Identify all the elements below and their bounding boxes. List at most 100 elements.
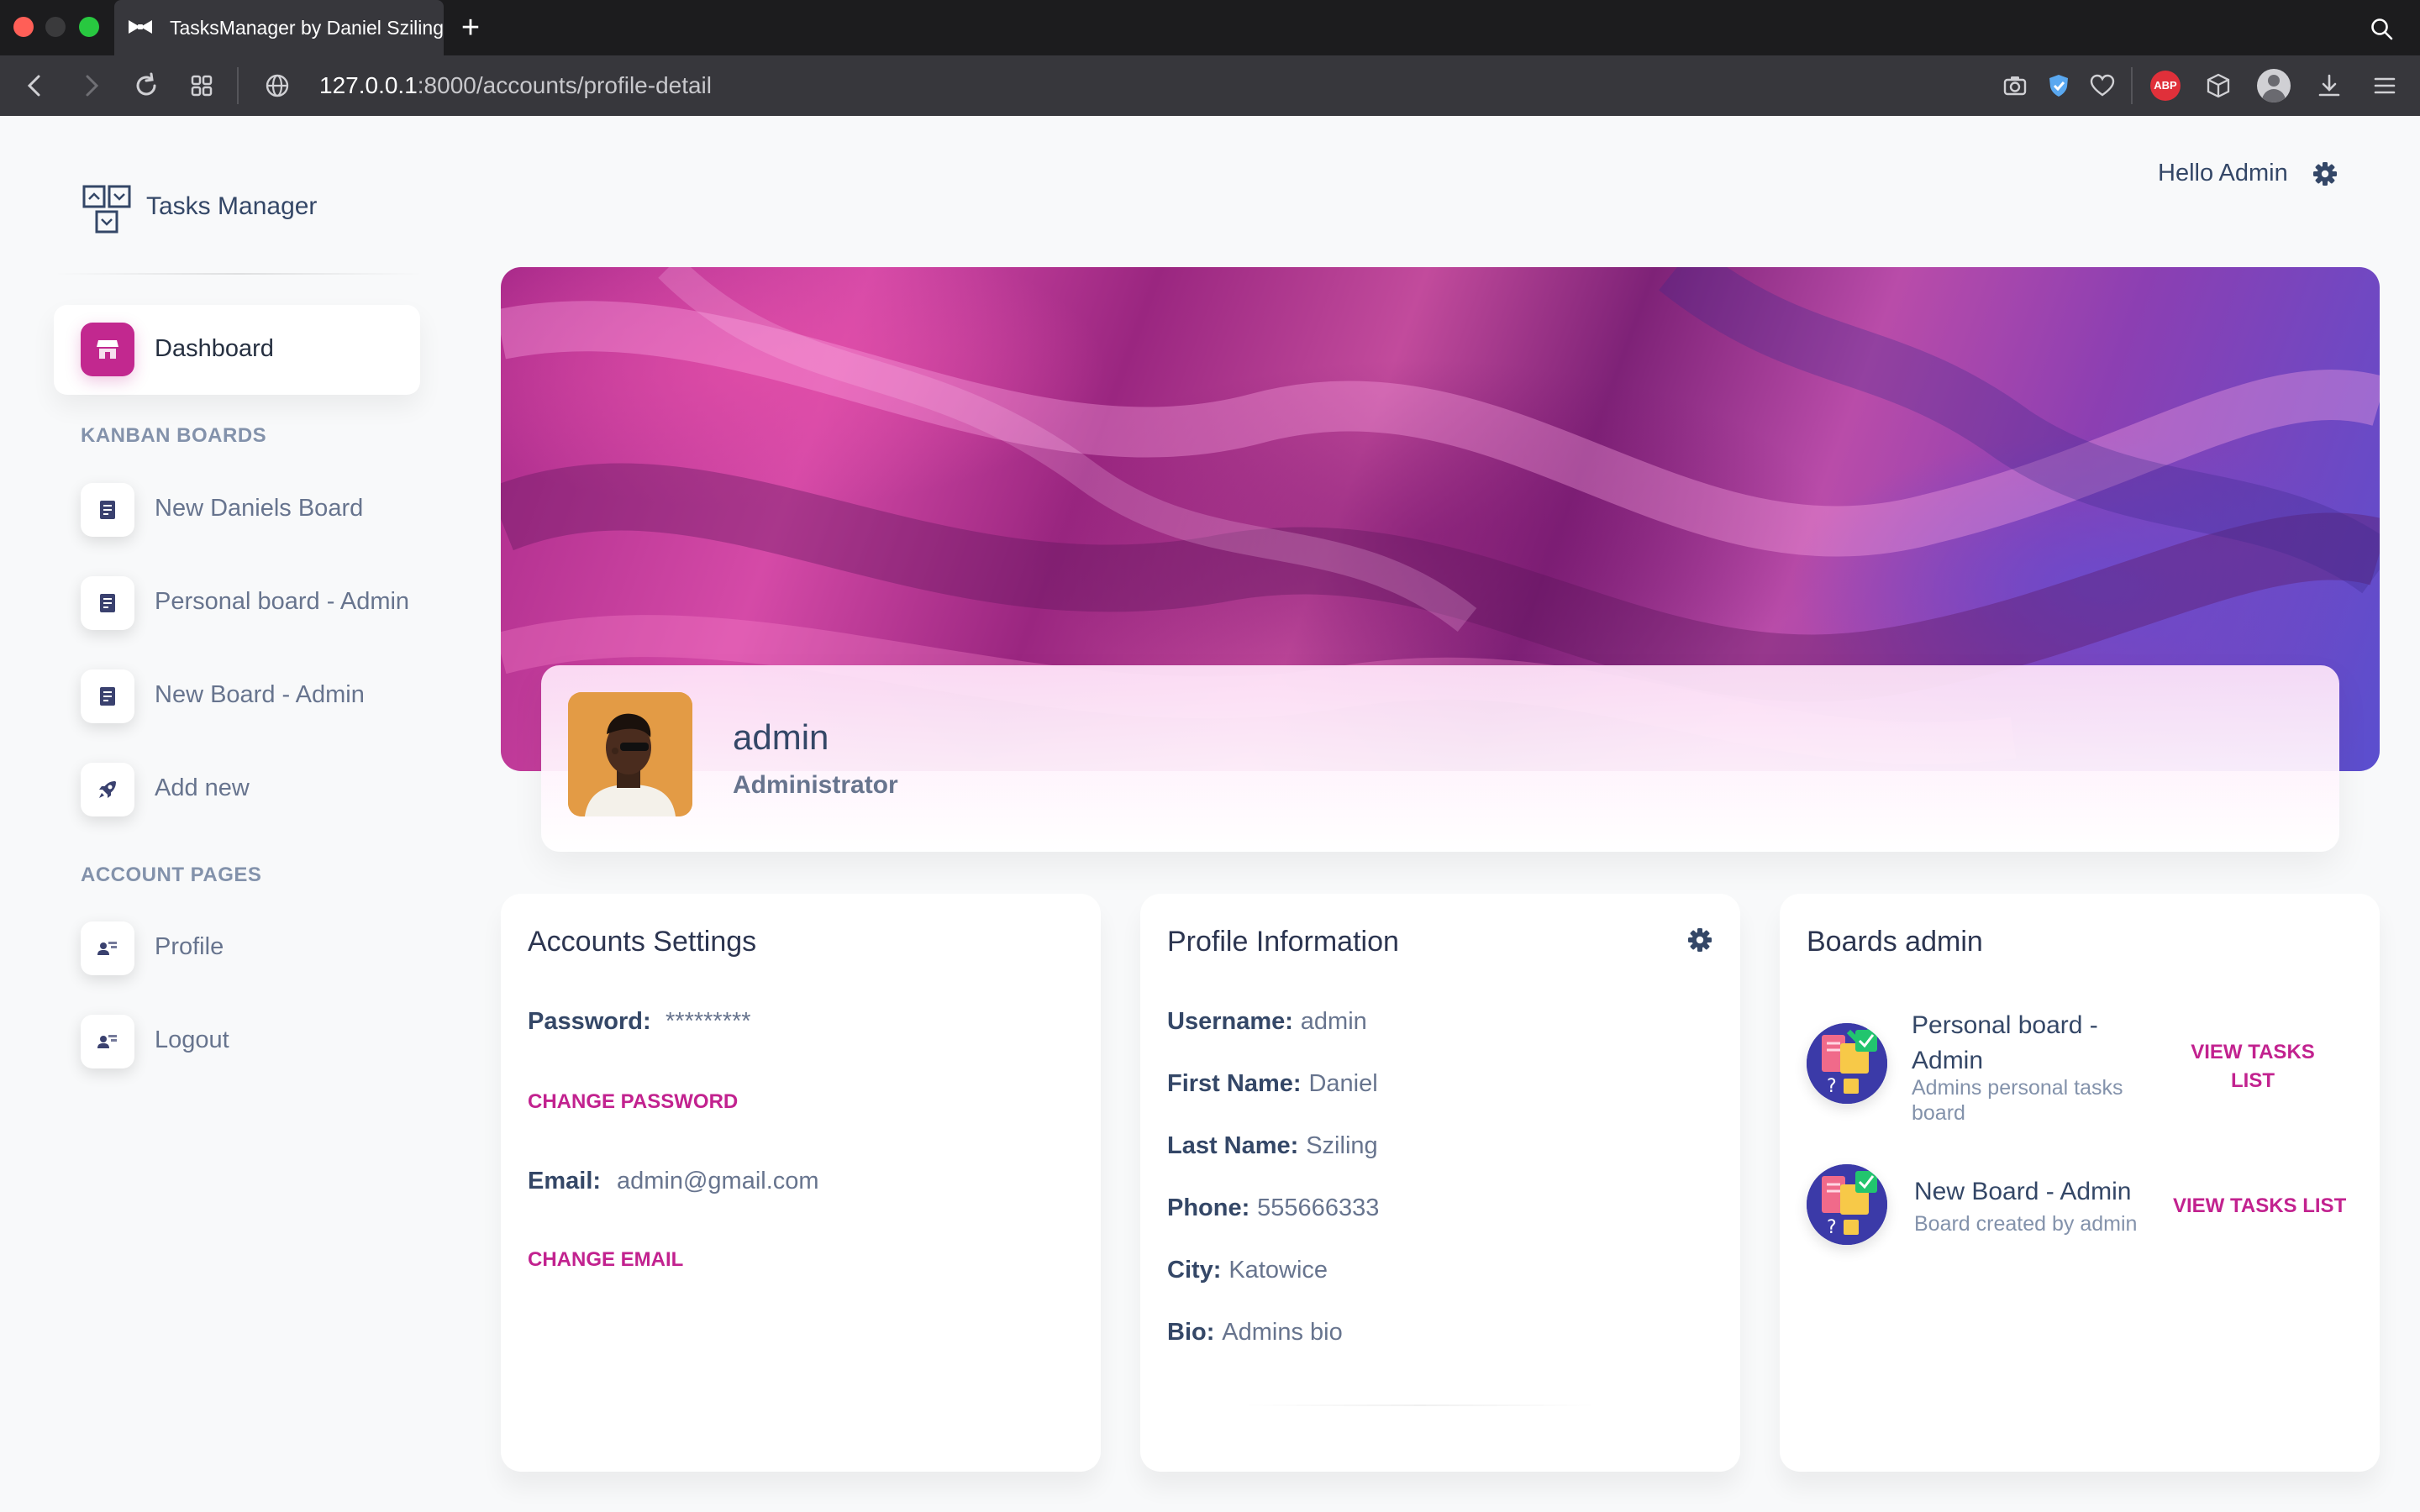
card-title: Profile Information xyxy=(1167,926,1399,958)
profile-information-card xyxy=(1140,894,1740,1472)
board-description: Board created by admin xyxy=(1914,1212,2138,1236)
board-thumbnail: ? xyxy=(1807,1023,1887,1104)
brand-name[interactable]: Tasks Manager xyxy=(146,192,317,221)
board-description-line: board xyxy=(1912,1101,1965,1125)
profile-field-row: First Name: Daniel xyxy=(1167,1070,1378,1098)
avatar xyxy=(568,692,692,816)
new-tab-button[interactable]: + xyxy=(454,11,487,45)
board-title-line: Admin xyxy=(1912,1047,1984,1074)
profile-field-row: Username: admin xyxy=(1167,1008,1367,1036)
profile-role: Administrator xyxy=(733,771,898,799)
browser-tab[interactable]: TasksManager by Daniel Sziling xyxy=(114,0,444,55)
profile-header-card xyxy=(541,665,2339,852)
url-host: 127.0.0.1 xyxy=(319,72,418,98)
minimize-window-button[interactable] xyxy=(45,17,66,37)
board-title[interactable]: Personal board - Admin xyxy=(1912,1008,2098,1079)
link-line: VIEW TASKS xyxy=(2191,1041,2315,1063)
kanban-logo-icon xyxy=(82,185,131,234)
sidebar-item-add-new[interactable]: Add new xyxy=(54,756,420,823)
view-tasks-list-link[interactable]: VIEW TASKS LIST xyxy=(2173,1194,2346,1218)
sidebar-item-label: Logout xyxy=(155,1026,229,1053)
svg-text:?: ? xyxy=(1827,1217,1837,1238)
field-label: First Name: xyxy=(1167,1070,1302,1097)
profile-field-row: Bio: Admins bio xyxy=(1167,1319,1343,1347)
gear-icon[interactable] xyxy=(1687,927,1712,953)
tab-title: TasksManager by Daniel Sziling xyxy=(170,17,444,39)
sidebar-item-board[interactable]: New Board - Admin xyxy=(54,663,420,730)
view-tasks-list-link[interactable]: VIEW TASKS LIST xyxy=(2181,1038,2324,1095)
field-label: Phone: xyxy=(1167,1194,1250,1221)
rocket-icon xyxy=(81,763,134,816)
document-icon xyxy=(81,576,134,630)
user-account-icon[interactable] xyxy=(2257,69,2291,102)
card-title: Boards admin xyxy=(1807,926,1983,958)
svg-text:?: ? xyxy=(1827,1076,1837,1097)
close-window-button[interactable] xyxy=(13,17,34,37)
card-title: Accounts Settings xyxy=(528,926,757,958)
user-card-icon xyxy=(81,1015,134,1068)
board-title[interactable]: New Board - Admin xyxy=(1914,1178,2131,1206)
field-label: Bio: xyxy=(1167,1319,1215,1346)
sidebar-item-label: Dashboard xyxy=(155,335,274,362)
shop-icon xyxy=(81,323,134,376)
sidebar-item-board[interactable]: Personal board - Admin xyxy=(54,570,420,637)
board-title-line: Personal board - xyxy=(1912,1011,2098,1039)
address-bar[interactable]: 127.0.0.1:8000/accounts/profile-detail xyxy=(319,55,712,116)
camera-icon[interactable] xyxy=(2002,72,2028,99)
email-label: Email: xyxy=(528,1168,602,1194)
back-icon[interactable] xyxy=(22,72,49,99)
profile-field-row: City: Katowice xyxy=(1167,1257,1328,1284)
field-value: Sziling xyxy=(1306,1132,1378,1159)
password-label: Password: xyxy=(528,1008,651,1035)
download-icon[interactable] xyxy=(2316,72,2343,99)
card-divider xyxy=(1244,1404,1597,1406)
sidebar-item-logout[interactable]: Logout xyxy=(54,1008,420,1075)
profile-name: admin xyxy=(733,717,829,757)
reload-icon[interactable] xyxy=(133,72,160,99)
globe-icon[interactable] xyxy=(264,72,291,99)
board-thumbnail: ? xyxy=(1807,1164,1887,1245)
shield-icon[interactable] xyxy=(2045,72,2072,99)
section-heading-kanban: KANBAN BOARDS xyxy=(81,424,267,447)
profile-field-row: Last Name: Sziling xyxy=(1167,1132,1378,1160)
field-value: admin xyxy=(1300,1008,1367,1035)
heart-icon[interactable] xyxy=(2089,72,2116,99)
sidebar-item-label: Add new xyxy=(155,774,250,801)
sidebar-item-dashboard[interactable]: Dashboard xyxy=(54,305,420,395)
board-description: Admins personal tasks board xyxy=(1912,1075,2123,1126)
document-icon xyxy=(81,483,134,537)
field-label: Last Name: xyxy=(1167,1132,1299,1159)
box-icon[interactable] xyxy=(2205,72,2232,99)
toolbar-divider xyxy=(2131,67,2133,104)
bowtie-icon xyxy=(129,20,152,34)
adblock-icon[interactable]: ABP xyxy=(2150,71,2181,101)
forward-icon[interactable] xyxy=(77,72,104,99)
password-value: ********* xyxy=(666,1008,751,1035)
sidebar-item-board[interactable]: New Daniels Board xyxy=(54,476,420,543)
sidebar-item-label: Personal board - Admin xyxy=(155,588,410,615)
field-label: City: xyxy=(1167,1257,1222,1284)
field-label: Username: xyxy=(1167,1008,1293,1035)
change-password-link[interactable]: CHANGE PASSWORD xyxy=(528,1090,738,1114)
sidebar-item-label: New Board - Admin xyxy=(155,681,365,708)
field-value: Admins bio xyxy=(1222,1319,1343,1346)
field-value: Katowice xyxy=(1228,1257,1328,1284)
gear-icon[interactable] xyxy=(2312,161,2338,186)
change-email-link[interactable]: CHANGE EMAIL xyxy=(528,1248,683,1272)
board-description-line: Admins personal tasks xyxy=(1912,1076,2123,1100)
url-path: :8000/accounts/profile-detail xyxy=(417,72,712,98)
sidebar-item-label: New Daniels Board xyxy=(155,495,364,522)
tab-grid-icon[interactable] xyxy=(188,72,215,99)
maximize-window-button[interactable] xyxy=(79,17,99,37)
profile-field-row: Phone: 555666333 xyxy=(1167,1194,1379,1222)
tab-search-icon[interactable] xyxy=(2370,17,2393,40)
link-line: LIST xyxy=(2231,1069,2275,1092)
user-card-icon xyxy=(81,921,134,975)
section-heading-account: ACCOUNT PAGES xyxy=(81,864,262,886)
document-icon xyxy=(81,669,134,723)
email-value: admin@gmail.com xyxy=(617,1168,819,1194)
greeting-text: Hello Admin xyxy=(2158,160,2288,186)
menu-icon[interactable] xyxy=(2371,72,2398,99)
sidebar-item-profile[interactable]: Profile xyxy=(54,915,420,982)
field-value: 555666333 xyxy=(1257,1194,1380,1221)
